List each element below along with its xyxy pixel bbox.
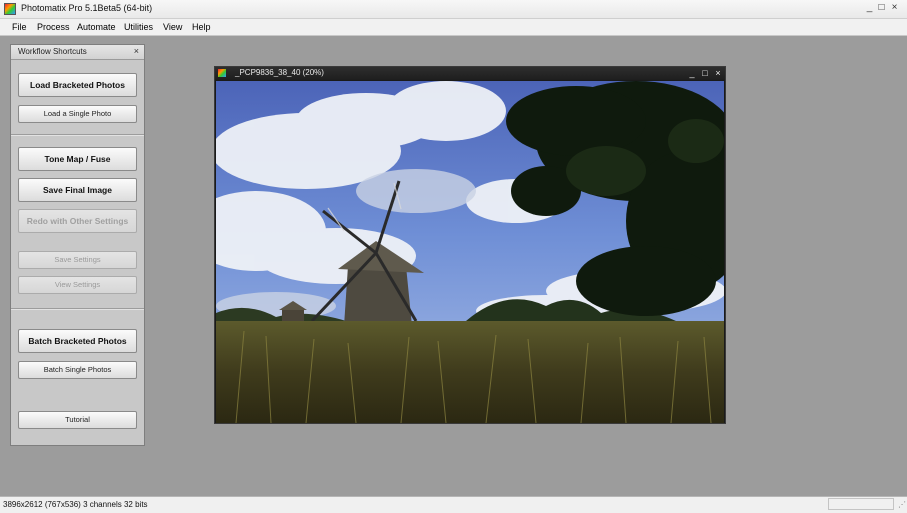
hdr-photo	[216, 81, 724, 423]
view-settings-button[interactable]: View Settings	[18, 276, 137, 294]
image-window[interactable]: _PCP9836_38_40 (20%) _ □ ×	[214, 66, 726, 424]
menu-utilities[interactable]: Utilities	[124, 22, 153, 32]
status-bar: 3896x2612 (767x536) 3 channels 32 bits ⋰	[0, 496, 907, 513]
app-title-bar: Photomatix Pro 5.1Beta5 (64-bit) _ □ ×	[0, 0, 907, 19]
batch-single-photos-button[interactable]: Batch Single Photos	[18, 361, 137, 379]
image-close-icon[interactable]: ×	[713, 67, 723, 80]
maximize-icon[interactable]: □	[876, 2, 887, 14]
batch-bracketed-photos-button[interactable]: Batch Bracketed Photos	[18, 329, 137, 353]
menu-view[interactable]: View	[163, 22, 182, 32]
menu-file[interactable]: File	[12, 22, 27, 32]
panel-divider	[11, 308, 144, 310]
image-window-title: _PCP9836_38_40 (20%)	[235, 68, 324, 77]
menu-help[interactable]: Help	[192, 22, 211, 32]
menu-bar: File Process Automate Utilities View Hel…	[0, 19, 907, 36]
app-logo-icon	[4, 3, 16, 15]
image-minimize-icon[interactable]: _	[687, 67, 697, 80]
load-single-photo-button[interactable]: Load a Single Photo	[18, 105, 137, 123]
panel-divider	[11, 134, 144, 136]
status-text: 3896x2612 (767x536) 3 channels 32 bits	[3, 500, 148, 509]
menu-process[interactable]: Process	[37, 22, 70, 32]
panel-header: Workflow Shortcuts ×	[11, 45, 144, 60]
status-cell	[828, 498, 894, 510]
minimize-icon[interactable]: _	[864, 2, 875, 14]
image-window-title-bar[interactable]: _PCP9836_38_40 (20%) _ □ ×	[215, 67, 725, 80]
panel-close-icon[interactable]: ×	[134, 46, 139, 56]
resize-grip-icon[interactable]: ⋰	[898, 500, 906, 509]
save-settings-button[interactable]: Save Settings	[18, 251, 137, 269]
document-icon	[218, 69, 226, 77]
app-title: Photomatix Pro 5.1Beta5 (64-bit)	[21, 3, 153, 13]
image-maximize-icon[interactable]: □	[700, 67, 710, 80]
save-final-image-button[interactable]: Save Final Image	[18, 178, 137, 202]
tone-map-fuse-button[interactable]: Tone Map / Fuse	[18, 147, 137, 171]
redo-with-other-settings-button[interactable]: Redo with Other Settings	[18, 209, 137, 233]
menu-automate[interactable]: Automate	[77, 22, 116, 32]
panel-title: Workflow Shortcuts	[18, 47, 87, 56]
load-bracketed-photos-button[interactable]: Load Bracketed Photos	[18, 73, 137, 97]
tutorial-button[interactable]: Tutorial	[18, 411, 137, 429]
close-icon[interactable]: ×	[889, 2, 900, 14]
workflow-shortcuts-panel: Workflow Shortcuts × Load Bracketed Phot…	[10, 44, 145, 446]
